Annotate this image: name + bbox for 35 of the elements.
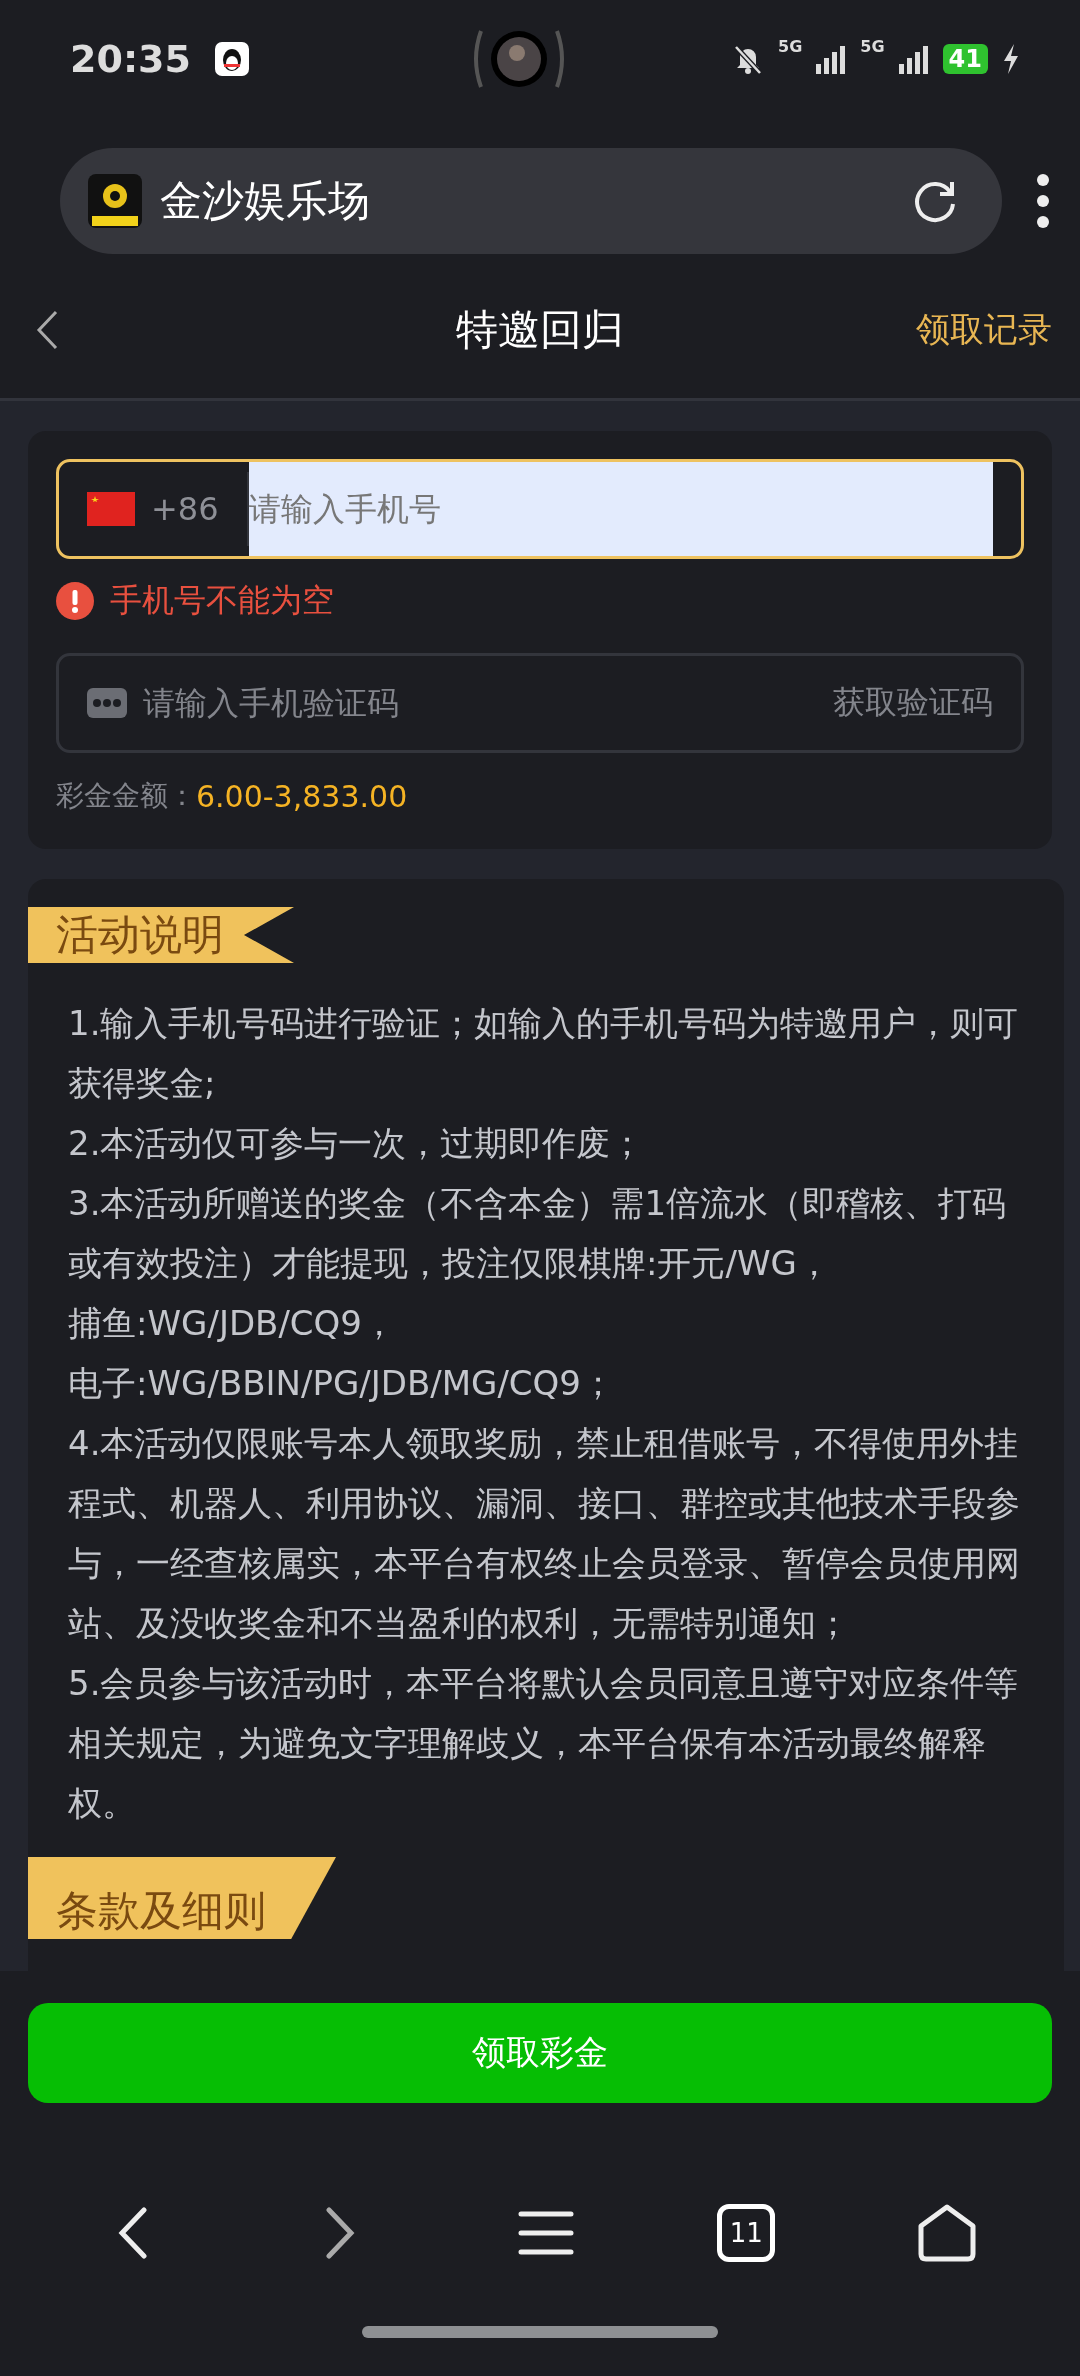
tabs-button[interactable]: 11 xyxy=(717,2204,776,2262)
rule-paragraph: 4.本活动仅限账号本人领取奖励，禁止租借账号，不得使用外挂程式、机器人、利用协议、漏洞、接口、群控或其他技术手段参与，一经查核属实，本平台有权终止会员登录、暂停会员使用网站、及没收奖金和不当盈利的权利，无需特别通知； xyxy=(68,1422,1021,1645)
country-code[interactable]: +86 xyxy=(151,490,219,528)
message-dots-icon xyxy=(87,688,127,718)
app-notification-icon xyxy=(214,42,249,76)
more-menu-icon[interactable] xyxy=(1036,172,1050,229)
network-type-label: 5G xyxy=(860,37,885,56)
address-bar[interactable]: 金沙娱乐场 xyxy=(60,147,1002,254)
amount-label: 彩金金额： xyxy=(56,778,196,814)
phone-field[interactable]: +86 请输入手机号 xyxy=(56,459,1024,559)
site-logo-icon xyxy=(88,173,142,228)
error-icon xyxy=(56,582,94,620)
charging-icon xyxy=(1002,44,1020,74)
rule-paragraph: 5.会员参与该活动时，本平台将默认会员同意且遵守对应条件等相关规定，为避免文字理解歧义，本平台保有本活动最终解释权。 xyxy=(68,1662,1020,1825)
claim-records-link[interactable]: 领取记录 xyxy=(916,306,1052,353)
get-code-button[interactable]: 获取验证码 xyxy=(833,681,993,725)
amount-value: 6.00-3,833.00 xyxy=(196,778,408,814)
signal-icon xyxy=(898,44,929,74)
section-heading: 条款及细则 xyxy=(28,1857,336,1939)
back-icon[interactable] xyxy=(36,309,58,350)
section-heading: 活动说明 xyxy=(28,907,294,963)
china-flag-icon xyxy=(87,492,135,526)
rule-paragraph: 3.本活动所赠送的奖金（不含本金）需1倍流水（即稽核、打码或有效投注）才能提现，投注仅限棋牌:开元/WG， xyxy=(68,1182,1008,1285)
status-time: 20:35 xyxy=(70,37,191,81)
rule-paragraph: 电子:WG/BBIN/PG/JDB/MG/CQ9； xyxy=(68,1362,616,1405)
error-message: 手机号不能为空 xyxy=(110,580,334,621)
network-type-label: 5G xyxy=(778,37,803,56)
rule-paragraph: 捕鱼:WG/JDB/CQ9， xyxy=(68,1302,397,1345)
code-field[interactable]: 请输入手机验证码 获取验证码 xyxy=(56,653,1024,753)
signal-icon xyxy=(816,44,847,74)
rule-paragraph: 2.本活动仅可参与一次，过期即作废； xyxy=(68,1122,646,1165)
page-title: 特邀回归 xyxy=(456,303,624,356)
battery-level: 41 xyxy=(942,44,988,74)
rule-paragraph: 1.输入手机号码进行验证；如输入的手机号码为特邀用户，则可获得奖金; xyxy=(68,1002,1020,1105)
site-title: 金沙娱乐场 xyxy=(160,174,370,227)
